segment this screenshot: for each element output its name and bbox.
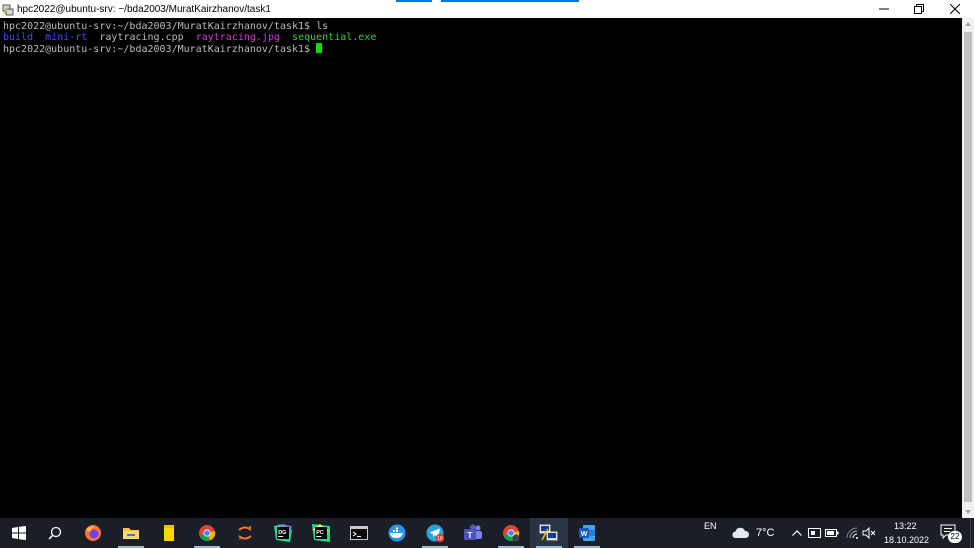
- scrollbar-thumb[interactable]: [964, 32, 972, 502]
- svg-text:PC: PC: [316, 530, 324, 536]
- jupyter-icon: [238, 526, 252, 540]
- taskbar-app-teams[interactable]: T: [454, 518, 492, 548]
- terminal-window: hpc2022@ubuntu-srv: ~/bda2003/MuratKairz…: [0, 0, 974, 518]
- svg-text:W: W: [581, 531, 588, 538]
- taskbar-app-putty[interactable]: [530, 518, 568, 548]
- search-icon: [48, 526, 62, 540]
- chrome-icon: [199, 525, 216, 541]
- minimize-icon: [879, 8, 889, 10]
- taskbar-app-chrome-profile[interactable]: [492, 518, 530, 548]
- putty-app-icon[interactable]: [2, 3, 14, 16]
- weather-temperature[interactable]: 7°C: [756, 527, 774, 539]
- search-button[interactable]: [36, 518, 74, 548]
- tray-app-icon: [807, 528, 821, 538]
- minimize-button[interactable]: [866, 0, 902, 18]
- battery-icon: [825, 529, 839, 537]
- start-button[interactable]: [0, 518, 38, 548]
- terminal-icon: [350, 526, 368, 540]
- scroll-up-arrow-icon[interactable]: [962, 18, 974, 30]
- chrome-icon: [503, 525, 520, 542]
- terminal-prompt: hpc2022@ubuntu-srv:~/bda2003/MuratKairzh…: [3, 44, 311, 55]
- notification-center-button[interactable]: 22: [940, 524, 964, 544]
- ls-output-line: build mini-rt raytracing.cpp raytracing.…: [3, 32, 962, 43]
- ls-entry: sequential.exe: [292, 32, 377, 43]
- scroll-down-arrow-icon[interactable]: [962, 506, 974, 518]
- weather-widget[interactable]: [730, 525, 752, 541]
- tray-app[interactable]: [807, 526, 821, 540]
- taskbar: DG PC 16 T W EN 7°C 13:22 18.10.2022 22: [0, 518, 974, 548]
- taskbar-app-file-explorer[interactable]: [112, 518, 150, 548]
- pycharm-icon: PC: [312, 524, 330, 542]
- title-accent-bar: [396, 0, 432, 2]
- taskbar-app-pycharm[interactable]: PC: [302, 518, 340, 548]
- putty-icon: [539, 524, 558, 541]
- chevron-up-icon: [792, 530, 802, 536]
- taskbar-app-firefox[interactable]: [74, 518, 112, 548]
- terminal-command: ls: [310, 21, 329, 32]
- terminal-prompt: hpc2022@ubuntu-srv:~/bda2003/MuratKairzh…: [3, 21, 311, 32]
- sticky-notes-icon: [164, 525, 174, 541]
- close-icon: [950, 4, 960, 14]
- network-indicator[interactable]: [845, 526, 859, 540]
- notification-count-badge: 22: [948, 531, 962, 543]
- windows-logo-icon: [12, 526, 26, 540]
- vertical-scrollbar[interactable]: [962, 18, 974, 518]
- ls-entry: mini-rt: [45, 32, 88, 43]
- title-accent-bar-2: [441, 0, 579, 2]
- word-icon: W: [579, 525, 595, 541]
- ls-entry: build: [3, 32, 34, 43]
- close-button[interactable]: [937, 0, 973, 18]
- window-title: hpc2022@ubuntu-srv: ~/bda2003/MuratKairz…: [17, 3, 271, 15]
- terminal-line: hpc2022@ubuntu-srv:~/bda2003/MuratKairzh…: [3, 21, 962, 32]
- show-hidden-icons-button[interactable]: [790, 526, 804, 540]
- taskbar-app-datagrip[interactable]: DG: [264, 518, 302, 548]
- telegram-icon: 16: [426, 524, 445, 543]
- taskbar-app-jupyter[interactable]: [226, 518, 264, 548]
- title-bar[interactable]: hpc2022@ubuntu-srv: ~/bda2003/MuratKairz…: [0, 0, 974, 18]
- taskbar-app-sticky-notes[interactable]: [150, 518, 188, 548]
- terminal-line: hpc2022@ubuntu-srv:~/bda2003/MuratKairzh…: [3, 43, 962, 55]
- folder-icon: [123, 528, 139, 539]
- datagrip-icon: DG: [274, 524, 292, 542]
- clock-date[interactable]: 18.10.2022: [884, 535, 929, 545]
- language-indicator[interactable]: EN: [704, 521, 717, 531]
- cloud-icon: [732, 527, 750, 538]
- teams-icon: T: [464, 524, 482, 540]
- firefox-icon: [85, 525, 101, 541]
- taskbar-app-chrome[interactable]: [188, 518, 226, 548]
- taskbar-app-telegram[interactable]: 16: [416, 518, 454, 548]
- taskbar-app-docker[interactable]: [378, 518, 416, 548]
- volume-muted-icon: [862, 527, 876, 539]
- docker-icon: [388, 524, 406, 542]
- clock-time[interactable]: 13:22: [894, 521, 917, 531]
- restore-button[interactable]: [901, 0, 937, 18]
- show-desktop-button[interactable]: [970, 518, 974, 548]
- terminal-output[interactable]: hpc2022@ubuntu-srv:~/bda2003/MuratKairzh…: [0, 18, 962, 518]
- volume-indicator[interactable]: [862, 526, 876, 540]
- wifi-icon: [846, 527, 858, 539]
- svg-text:T: T: [468, 531, 473, 540]
- restore-icon: [914, 4, 924, 14]
- ls-entry: raytracing.jpg: [195, 32, 280, 43]
- terminal-cursor: [316, 43, 323, 53]
- svg-text:DG: DG: [278, 530, 286, 536]
- ls-entry: raytracing.cpp: [99, 32, 184, 43]
- taskbar-app-word[interactable]: W: [568, 518, 606, 548]
- taskbar-app-terminal[interactable]: [340, 518, 378, 548]
- battery-indicator[interactable]: [825, 526, 839, 540]
- telegram-badge: 16: [437, 536, 443, 542]
